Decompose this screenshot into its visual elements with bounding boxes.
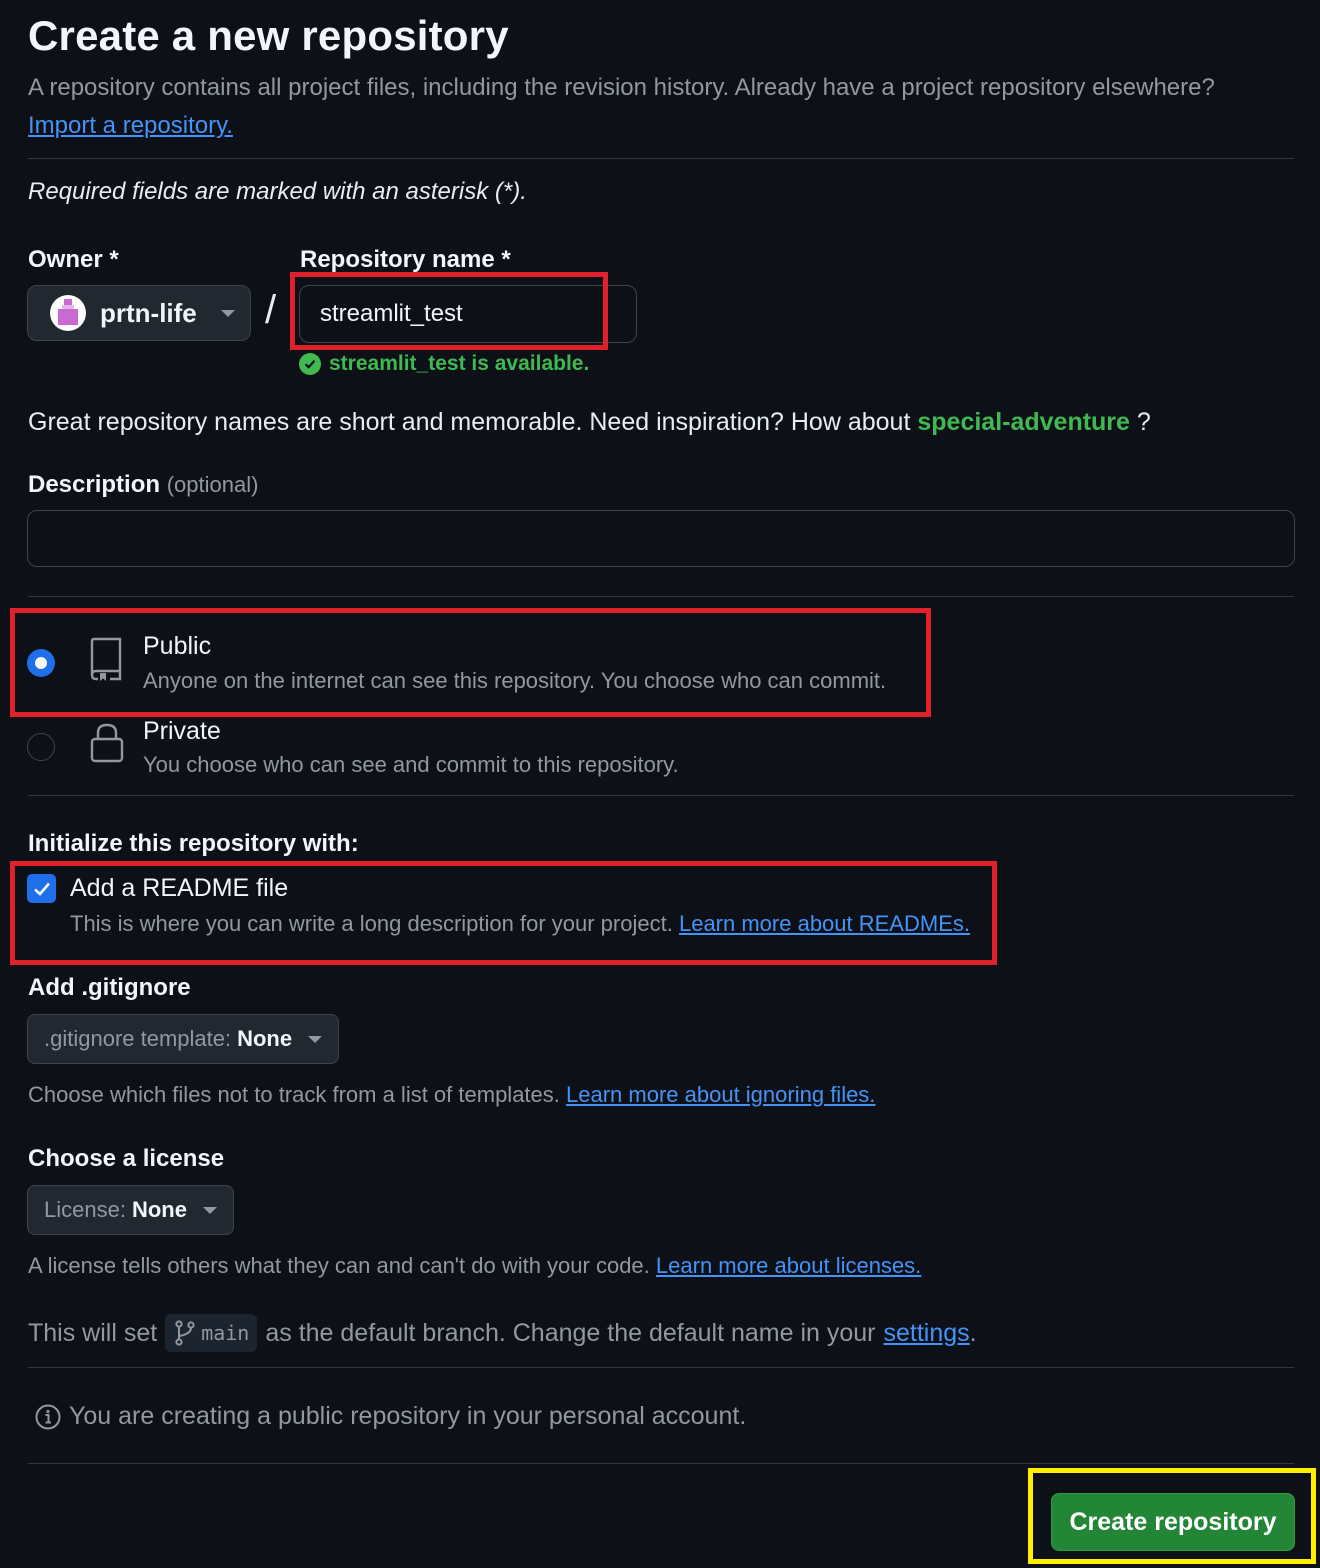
annotation-highlight-public <box>10 608 931 717</box>
gitignore-help: Choose which files not to track from a l… <box>28 1082 875 1108</box>
page-subtitle: A repository contains all project files,… <box>28 74 1215 101</box>
branch-pill: main <box>165 1314 258 1352</box>
chevron-down-icon <box>308 1035 323 1043</box>
branch-suffix: . <box>969 1318 977 1347</box>
learn-more-licenses-link[interactable]: Learn more about licenses. <box>656 1253 921 1278</box>
inspiration-text: Great repository names are short and mem… <box>28 408 911 436</box>
info-icon <box>35 1404 61 1429</box>
initialize-label: Initialize this repository with: <box>28 830 359 857</box>
owner-label: Owner * <box>28 246 119 273</box>
license-select-value: None <box>131 1197 187 1222</box>
public-option-title: Public <box>143 632 212 660</box>
private-radio[interactable] <box>27 733 55 761</box>
divider <box>28 795 1294 796</box>
divider <box>28 158 1294 159</box>
description-input[interactable] <box>27 510 1295 567</box>
avatar <box>50 295 86 331</box>
optional-tag: (optional) <box>166 472 259 497</box>
page-title: Create a new repository <box>28 12 509 59</box>
checkmark-icon <box>33 882 50 896</box>
license-select-prefix: License: <box>44 1197 126 1222</box>
license-dropdown[interactable]: License: None <box>27 1185 234 1235</box>
public-option-description: Anyone on the internet can see this repo… <box>143 668 887 693</box>
settings-link[interactable]: settings <box>884 1319 970 1348</box>
owner-repo-separator: / <box>265 288 277 332</box>
required-fields-note: Required fields are marked with an aster… <box>28 178 527 205</box>
license-help: A license tells others what they can and… <box>28 1253 921 1279</box>
learn-more-ignoring-link[interactable]: Learn more about ignoring files. <box>566 1082 875 1107</box>
default-branch-line: This will set main as the default branch… <box>28 1314 977 1352</box>
learn-more-readmes-link[interactable]: Learn more about READMEs. <box>679 911 970 936</box>
check-circle-icon <box>299 353 321 375</box>
info-notice: You are creating a public repository in … <box>35 1402 746 1431</box>
divider <box>28 1367 1294 1368</box>
availability-text: streamlit_test is available. <box>329 352 590 375</box>
inspiration-line: Great repository names are short and mem… <box>28 408 1151 437</box>
private-option-description: You choose who can see and commit to thi… <box>143 752 679 777</box>
chevron-down-icon <box>202 1206 217 1214</box>
description-label-text: Description <box>28 471 161 498</box>
description-label: Description (optional) <box>28 471 258 499</box>
repository-name-input[interactable] <box>299 285 637 343</box>
info-text: You are creating a public repository in … <box>69 1402 747 1430</box>
gitignore-select-prefix: .gitignore template: <box>44 1026 232 1051</box>
gitignore-label: Add .gitignore <box>28 974 191 1001</box>
import-repository-link[interactable]: Import a repository. <box>28 112 233 140</box>
branch-middle: as the default branch. Change the defaul… <box>265 1318 876 1347</box>
gitignore-help-text: Choose which files not to track from a l… <box>28 1082 560 1107</box>
readme-title: Add a README file <box>70 874 289 902</box>
private-option-title: Private <box>143 717 221 745</box>
branch-prefix: This will set <box>28 1318 158 1347</box>
owner-dropdown[interactable]: prtn-life <box>27 285 251 341</box>
availability-status: streamlit_test is available. <box>299 352 589 376</box>
license-help-text: A license tells others what they can and… <box>28 1253 650 1278</box>
license-label: Choose a license <box>28 1145 225 1172</box>
public-radio[interactable] <box>27 649 55 677</box>
repository-name-label: Repository name * <box>300 246 511 273</box>
owner-name: prtn-life <box>100 297 197 328</box>
divider <box>28 1463 1294 1464</box>
inspiration-end: ? <box>1136 408 1151 436</box>
suggested-name[interactable]: special-adventure <box>917 408 1130 436</box>
gitignore-select-value: None <box>237 1026 293 1051</box>
repo-icon <box>90 637 122 681</box>
branch-name: main <box>201 1321 250 1345</box>
readme-description: This is where you can write a long descr… <box>70 911 970 937</box>
gitignore-template-dropdown[interactable]: .gitignore template: None <box>27 1014 340 1064</box>
readme-description-text: This is where you can write a long descr… <box>70 911 673 936</box>
create-repository-button[interactable]: Create repository <box>1051 1493 1295 1551</box>
chevron-down-icon <box>220 309 235 317</box>
git-branch-icon <box>175 1320 195 1346</box>
lock-icon <box>90 723 124 763</box>
divider <box>28 596 1294 597</box>
readme-checkbox[interactable] <box>27 874 56 903</box>
